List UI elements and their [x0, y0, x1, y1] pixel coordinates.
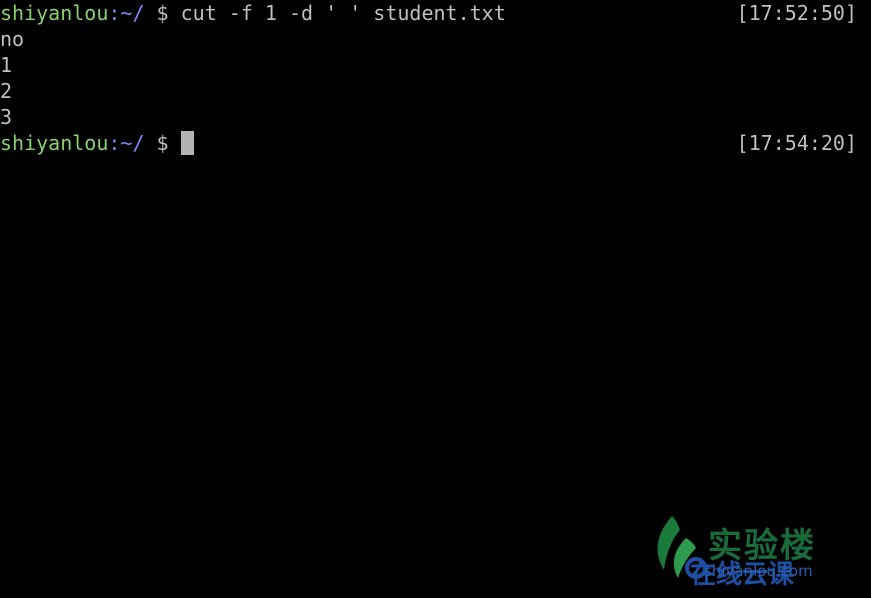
- timestamp: [17:54:20]: [736, 131, 857, 155]
- text-cursor[interactable]: [180, 131, 194, 155]
- command-text: cut -f 1 -d ' ' student.txt: [180, 1, 506, 25]
- prompt-user: shiyanlou: [0, 1, 109, 25]
- prompt-symbol: $: [144, 131, 181, 155]
- prompt-path: :~/: [108, 1, 145, 25]
- prompt-path: :~/: [108, 131, 145, 155]
- output-line: no: [0, 27, 25, 51]
- watermark-logo: 实验楼 在线云课 shiyanlou.com: [650, 510, 865, 590]
- prompt-user: shiyanlou: [0, 131, 109, 155]
- watermark-domain: shiyanlou.com: [704, 562, 813, 580]
- terminal-window[interactable]: shiyanlou:~/ $ cut -f 1 -d ' ' student.t…: [0, 0, 871, 598]
- output-line: 2: [0, 79, 13, 103]
- output-line: 3: [0, 105, 13, 129]
- output-line: 1: [0, 53, 13, 77]
- timestamp: [17:52:50]: [736, 1, 857, 25]
- prompt-symbol: $: [144, 1, 181, 25]
- prompt-line[interactable]: shiyanlou:~/ $ [17:54:20]: [0, 130, 871, 156]
- prompt-line: shiyanlou:~/ $ cut -f 1 -d ' ' student.t…: [0, 0, 871, 26]
